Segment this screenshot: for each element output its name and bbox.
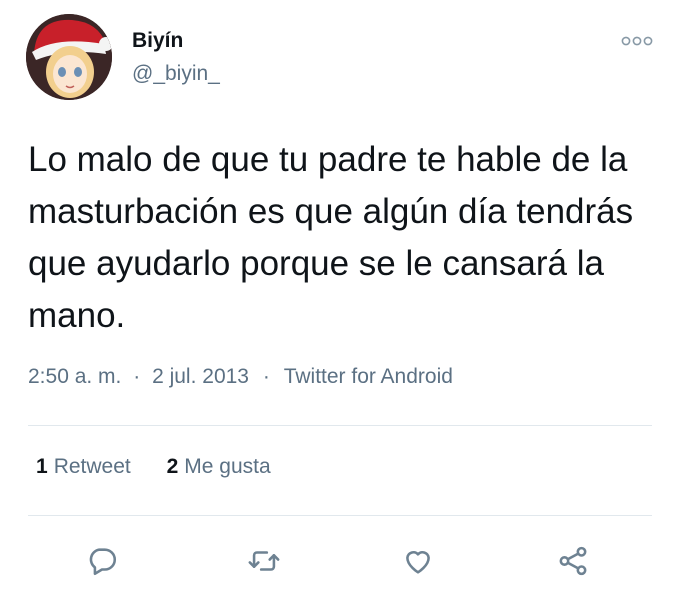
tweet-date[interactable]: 2 jul. 2013	[152, 365, 249, 389]
reply-icon	[89, 548, 117, 576]
like-button[interactable]	[398, 541, 438, 581]
retweet-button[interactable]	[244, 541, 284, 581]
tweet-card: Biyín @_biyin_ Lo malo de que tu padre t…	[0, 0, 680, 615]
retweets-count: 1	[36, 455, 48, 478]
meta-separator: ·	[262, 365, 270, 388]
likes-count: 2	[166, 455, 179, 478]
avatar-image	[26, 14, 112, 100]
tweet-stats: 1 Retweet 2 Me gusta	[36, 455, 301, 479]
retweets-label: Retweet	[53, 455, 131, 478]
share-icon	[559, 546, 587, 576]
meta-separator: ·	[133, 365, 141, 388]
like-icon	[406, 551, 430, 574]
likes-label: Me gusta	[184, 455, 271, 478]
user-handle[interactable]: @_biyin_	[132, 62, 220, 86]
tweet-meta: 2:50 a. m. · 2 jul. 2013 · Twitter for A…	[28, 365, 453, 389]
tweet-text: Lo malo de que tu padre te hable de la m…	[28, 140, 634, 335]
divider	[28, 515, 652, 516]
avatar[interactable]	[26, 14, 112, 100]
retweet-icon	[248, 551, 280, 571]
share-button[interactable]	[553, 541, 593, 581]
tweet-time[interactable]: 2:50 a. m.	[28, 365, 121, 389]
more-options-button[interactable]	[620, 34, 654, 48]
display-name[interactable]: Biyín	[132, 29, 183, 53]
reply-button[interactable]	[82, 541, 122, 581]
divider	[28, 425, 652, 426]
retweets-stat[interactable]: 1 Retweet	[36, 455, 131, 479]
likes-stat[interactable]: 2 Me gusta	[167, 455, 271, 479]
more-icon	[621, 36, 653, 46]
tweet-source[interactable]: Twitter for Android	[284, 365, 453, 389]
